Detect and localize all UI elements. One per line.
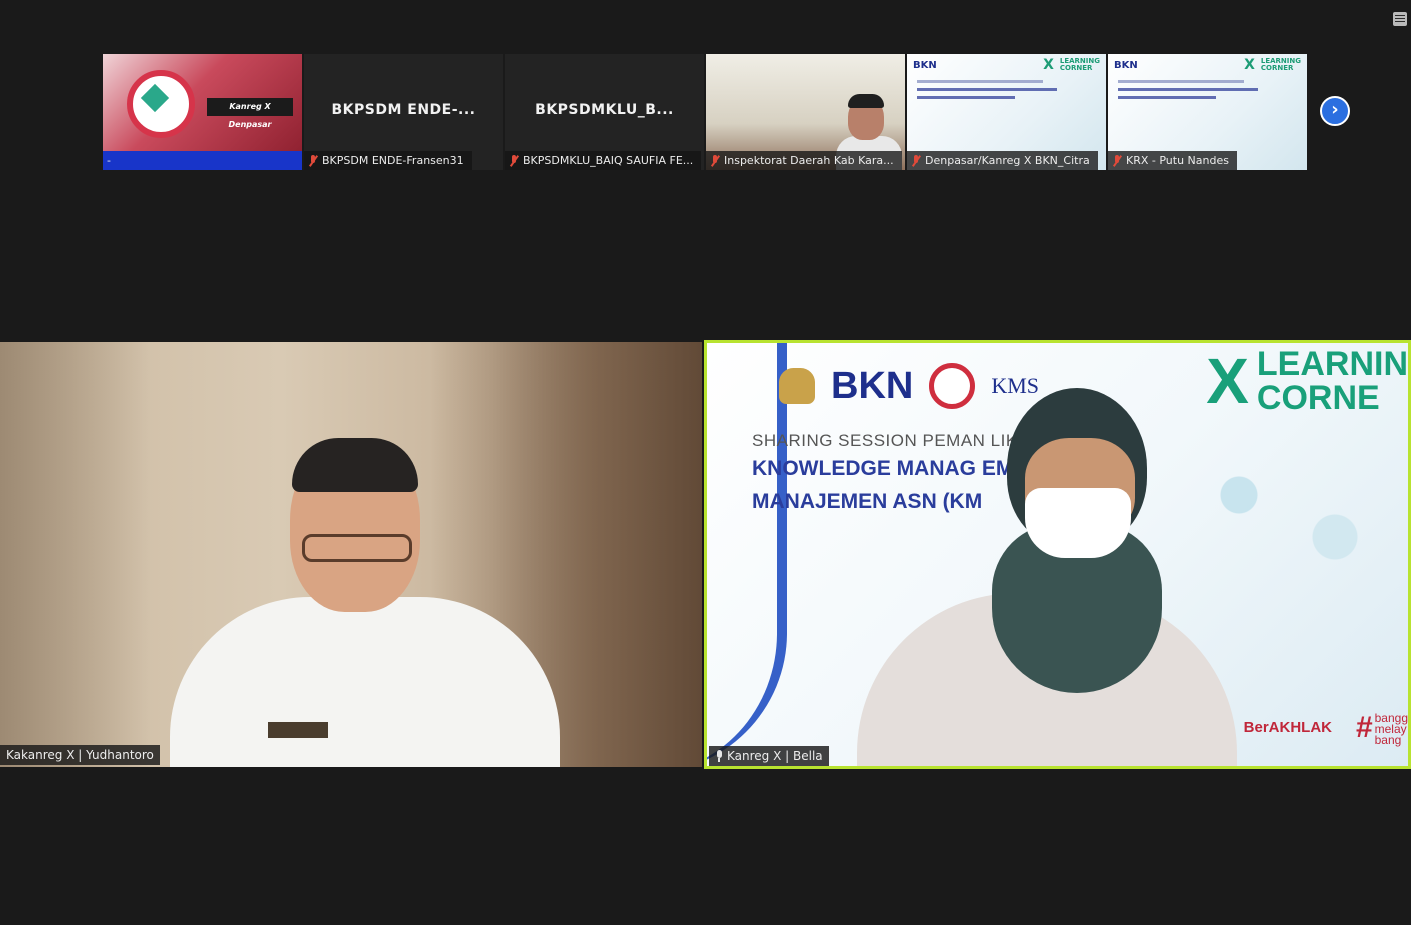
learning-corner-text: LEARNING CORNER xyxy=(1260,57,1301,72)
participant-thumbnail[interactable]: Kanreg X Denpasar - xyxy=(103,54,302,170)
participant-name-bar: BKPSDM ENDE-Fransen31 xyxy=(304,151,472,170)
participant-name: KRX - Putu Nandes xyxy=(1126,154,1229,167)
muted-mic-icon xyxy=(1112,154,1122,167)
muted-mic-icon xyxy=(509,154,519,167)
participant-name-bar: Kanreg X | Bella xyxy=(709,746,829,766)
berakhlak-logo: BerAKHLAK xyxy=(1243,719,1332,736)
participant-display-title: BKPSDM ENDE-... xyxy=(331,102,476,118)
participant-glasses xyxy=(302,534,412,562)
learning-corner-text: LEARNING CORNER xyxy=(1059,57,1100,72)
participant-thumbnail[interactable]: BKPSDMKLU_B... BKPSDMKLU_BAIQ SAUFIA FE.… xyxy=(505,54,704,170)
participant-name: Denpasar/Kanreg X BKN_Citra xyxy=(925,154,1090,167)
learning-corner-x: X xyxy=(1206,345,1249,417)
bkn-logo: BKN xyxy=(831,364,914,407)
participant-name: BKPSDM ENDE-Fransen31 xyxy=(322,154,464,167)
garuda-emblem-icon xyxy=(779,368,815,404)
participant-name-bar: Kakanreg X | Yudhantoro xyxy=(0,745,160,765)
learning-corner-x-logo: X xyxy=(1043,57,1054,73)
logo-caption: Kanreg X Denpasar xyxy=(207,98,293,129)
learning-corner-logo: X LEARNIN CORNE xyxy=(1206,347,1408,415)
participant-name: - xyxy=(107,154,111,167)
slide-logo-row: BKN KMS xyxy=(779,363,1039,409)
muted-mic-icon xyxy=(308,154,318,167)
slide-header: BKN X LEARNING CORNER xyxy=(907,54,1106,76)
participant-thumbnail[interactable]: Inspektorat Daerah Kab Kara... xyxy=(706,54,905,170)
view-options-icon[interactable] xyxy=(1393,12,1407,26)
participant-name-bar: Inspektorat Daerah Kab Kara... xyxy=(706,151,902,170)
participant-name-bar: - xyxy=(103,151,302,170)
slide-title-line1: KNOWLEDGE MANAG EM xyxy=(752,457,1014,480)
participant-name: Inspektorat Daerah Kab Kara... xyxy=(724,154,894,167)
participant-name-bar: KRX - Putu Nandes xyxy=(1108,151,1237,170)
kanreg-logo-icon xyxy=(929,363,976,409)
learning-corner-x-logo: X xyxy=(1244,57,1255,73)
slide-title-line2: MANAJEMEN ASN (KM xyxy=(752,490,983,513)
kms-logo: KMS xyxy=(991,373,1040,398)
participant-display-title: BKPSDMKLU_B... xyxy=(535,102,674,118)
participant-name-bar: Denpasar/Kanreg X BKN_Citra xyxy=(907,151,1098,170)
participant-thumbnail[interactable]: BKN X LEARNING CORNER KRX - Putu Nandes xyxy=(1108,54,1307,170)
participant-name: Kakanreg X | Yudhantoro xyxy=(6,748,154,762)
thumbnail-strip: Kanreg X Denpasar - BKPSDM ENDE-... BKPS… xyxy=(103,54,1307,170)
next-page-arrow-icon[interactable]: › xyxy=(1320,96,1350,126)
slide-subtitle: SHARING SESSION PEMAN LIKASI xyxy=(752,431,1047,450)
participant-hair xyxy=(292,438,418,492)
bkn-logo: BKN xyxy=(913,59,937,71)
participant-name: BKPSDMKLU_BAIQ SAUFIA FE... xyxy=(523,154,694,167)
uniform-name-tag xyxy=(268,722,328,738)
video-background xyxy=(0,342,150,767)
participant-video-hair xyxy=(848,94,884,108)
participant-thumbnail[interactable]: BKN X LEARNING CORNER Denpasar/Kanreg X B… xyxy=(907,54,1106,170)
participant-face-mask xyxy=(1025,488,1131,558)
participant-body xyxy=(170,597,560,767)
slide-text-lines xyxy=(1118,80,1258,104)
slide-header: BKN X LEARNING CORNER xyxy=(1108,54,1307,76)
main-video-active-speaker[interactable]: BKN KMS X LEARNIN CORNE SHARING SESSION P… xyxy=(704,340,1411,769)
participant-thumbnail[interactable]: BKPSDM ENDE-... BKPSDM ENDE-Fransen31 xyxy=(304,54,503,170)
mic-on-icon xyxy=(715,750,723,762)
learning-corner-text: LEARNIN CORNE xyxy=(1256,345,1408,417)
main-video-left[interactable]: Kakanreg X | Yudhantoro xyxy=(0,342,702,767)
bkn-logo: BKN xyxy=(1114,59,1138,71)
kanreg-logo-icon xyxy=(127,70,195,138)
muted-mic-icon xyxy=(710,154,720,167)
zoom-gallery-view: Kanreg X Denpasar - BKPSDM ENDE-... BKPS… xyxy=(0,0,1411,925)
slide-text-lines xyxy=(917,80,1057,104)
slide-hex-pattern xyxy=(1167,453,1407,593)
bangga-melayani-logo: # bangg melay bang xyxy=(1355,711,1408,747)
participant-name: Kanreg X | Bella xyxy=(727,749,823,763)
participant-name-bar: BKPSDMKLU_BAIQ SAUFIA FE... xyxy=(505,151,702,170)
muted-mic-icon xyxy=(911,154,921,167)
